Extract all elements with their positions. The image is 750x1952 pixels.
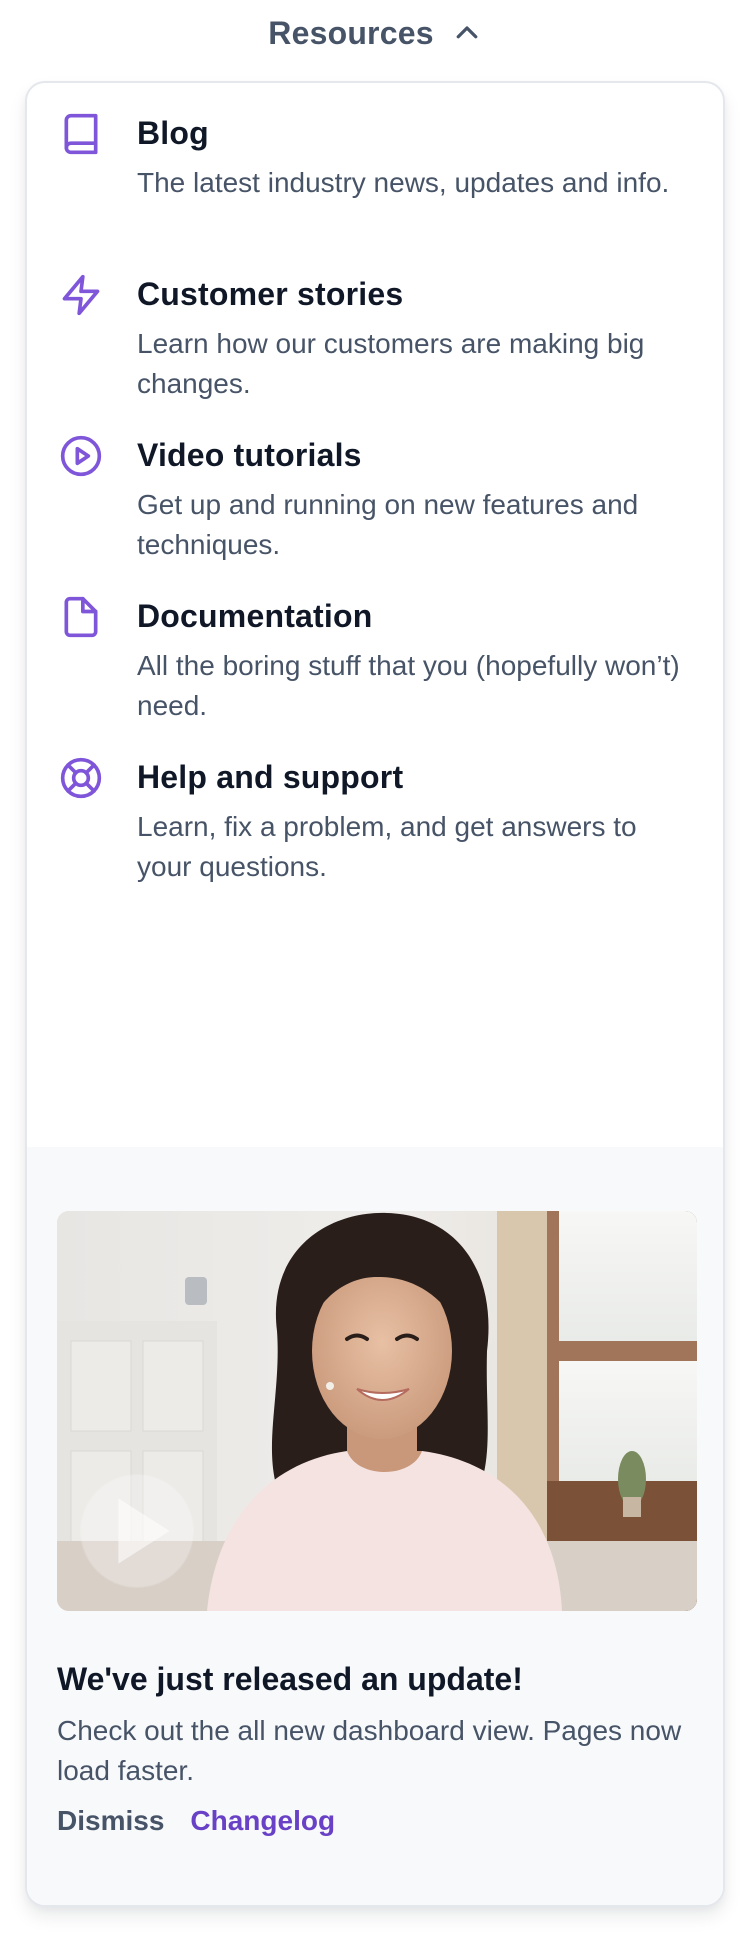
menu-item-video-tutorials[interactable]: Video tutorials Get up and running on ne… xyxy=(27,431,723,611)
play-icon xyxy=(118,1498,170,1564)
menu-item-documentation[interactable]: Documentation All the boring stuff that … xyxy=(27,592,723,772)
resources-menu-list: Blog The latest industry news, updates a… xyxy=(27,83,723,1147)
play-circle-icon xyxy=(57,432,105,480)
play-video-button[interactable] xyxy=(81,1475,193,1587)
menu-item-title: Customer stories xyxy=(137,276,404,312)
chevron-up-icon xyxy=(452,18,482,48)
featured-video-thumbnail[interactable] xyxy=(57,1211,697,1611)
changelog-button[interactable]: Changelog xyxy=(190,1805,335,1837)
menu-item-customer-stories[interactable]: Customer stories Learn how our customers… xyxy=(27,270,723,450)
file-icon xyxy=(57,593,105,641)
featured-title: We've just released an update! xyxy=(57,1661,523,1697)
featured-actions: Dismiss Changelog xyxy=(57,1805,335,1837)
book-icon xyxy=(57,110,105,158)
resources-dropdown-panel: Blog The latest industry news, updates a… xyxy=(25,81,725,1907)
life-buoy-icon xyxy=(57,754,105,802)
resources-menu-trigger[interactable]: Resources xyxy=(0,0,750,66)
menu-item-title: Blog xyxy=(137,115,209,151)
menu-item-description: Learn, fix a problem, and get answers to… xyxy=(137,811,637,882)
menu-item-description: All the boring stuff that you (hopefully… xyxy=(137,650,680,721)
menu-item-description: Learn how our customers are making big c… xyxy=(137,328,645,399)
featured-update-card: We've just released an update! Check out… xyxy=(27,1147,723,1905)
menu-item-title: Documentation xyxy=(137,598,373,634)
featured-description: Check out the all new dashboard view. Pa… xyxy=(57,1715,682,1786)
dismiss-button[interactable]: Dismiss xyxy=(57,1805,164,1837)
menu-item-description: The latest industry news, updates and in… xyxy=(137,167,670,198)
lightning-icon xyxy=(57,271,105,319)
menu-item-title: Help and support xyxy=(137,759,404,795)
menu-item-description: Get up and running on new features and t… xyxy=(137,489,639,560)
menu-item-title: Video tutorials xyxy=(137,437,362,473)
menu-item-blog[interactable]: Blog The latest industry news, updates a… xyxy=(27,109,723,289)
menu-item-help-and-support[interactable]: Help and support Learn, fix a problem, a… xyxy=(27,753,723,933)
resources-label: Resources xyxy=(268,14,434,51)
